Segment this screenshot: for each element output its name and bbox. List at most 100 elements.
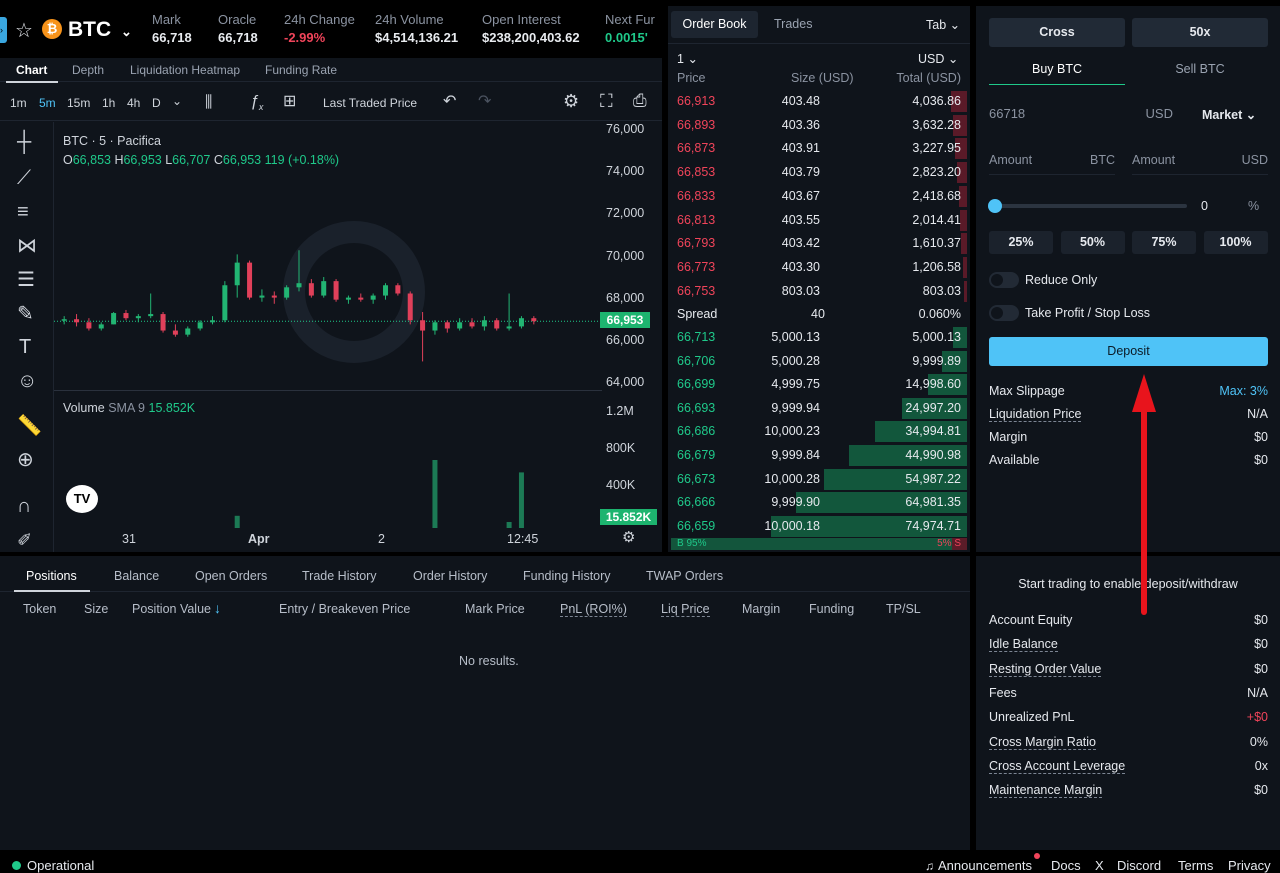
- account-label[interactable]: Idle Balance: [989, 637, 1058, 653]
- positions-tab-3[interactable]: Trade History: [302, 569, 377, 583]
- tab-toggle[interactable]: Tab ⌄: [926, 17, 960, 32]
- amount-slider[interactable]: [988, 199, 1187, 213]
- positions-tab-0[interactable]: Positions: [26, 569, 77, 583]
- bid-row[interactable]: 66,666 9,999.90 64,981.35: [668, 491, 970, 514]
- bid-row[interactable]: 66,679 9,999.84 44,990.98: [668, 444, 970, 467]
- price-chart[interactable]: [54, 122, 602, 528]
- footer-link-2[interactable]: X: [1095, 858, 1104, 873]
- crosshair-icon[interactable]: ┼: [17, 132, 31, 152]
- amount-btc-input[interactable]: Amount BTC: [989, 153, 1115, 175]
- positions-tab-2[interactable]: Open Orders: [195, 569, 267, 583]
- pattern-icon[interactable]: ⋈: [17, 236, 37, 256]
- column-header-9[interactable]: TP/SL: [886, 602, 921, 616]
- ask-row[interactable]: 66,873 403.91 3,227.95: [668, 137, 970, 160]
- tpsl-toggle[interactable]: [989, 305, 1019, 321]
- slider-value[interactable]: 0: [1201, 199, 1208, 213]
- positions-tab-4[interactable]: Order History: [413, 569, 487, 583]
- account-label[interactable]: Cross Margin Ratio: [989, 735, 1096, 750]
- column-header-4[interactable]: Mark Price: [465, 602, 525, 616]
- timeframe-5m[interactable]: 5m: [39, 96, 56, 110]
- favorite-star-icon[interactable]: ☆: [15, 18, 33, 43]
- sidebar-toggle[interactable]: ›: [0, 17, 7, 43]
- price-source-selector[interactable]: Last Traded Price: [323, 96, 417, 110]
- tab-buy[interactable]: Buy BTC: [989, 62, 1125, 85]
- bid-row[interactable]: 66,686 10,000.23 34,994.81: [668, 420, 970, 443]
- bid-row[interactable]: 66,673 10,000.28 54,987.22: [668, 468, 970, 491]
- candle-type-icon[interactable]: ⫼: [205, 95, 212, 111]
- magnet-icon[interactable]: ∩: [17, 496, 31, 516]
- column-header-6[interactable]: Liq Price: [661, 602, 710, 617]
- chart-tab-0[interactable]: Chart: [16, 63, 47, 77]
- ruler-icon[interactable]: 📏: [17, 416, 42, 436]
- bid-row[interactable]: 66,706 5,000.28 9,999.89: [668, 350, 970, 373]
- ask-row[interactable]: 66,833 403.67 2,418.68: [668, 185, 970, 208]
- tab-order-book[interactable]: Order Book: [671, 11, 758, 38]
- tab-trades[interactable]: Trades: [774, 17, 812, 31]
- trend-line-icon[interactable]: ⟋: [17, 168, 31, 188]
- positions-tab-1[interactable]: Balance: [114, 569, 159, 583]
- chart-tab-2[interactable]: Liquidation Heatmap: [130, 63, 240, 77]
- column-header-2[interactable]: Position Value: [132, 602, 211, 616]
- account-label[interactable]: Maintenance Margin: [989, 783, 1103, 799]
- zoom-in-icon[interactable]: ⊕: [17, 450, 34, 470]
- deposit-button[interactable]: Deposit: [989, 337, 1268, 366]
- account-label[interactable]: Resting Order Value: [989, 662, 1102, 677]
- footer-link-4[interactable]: Terms: [1178, 858, 1213, 873]
- timeframe-1m[interactable]: 1m: [10, 96, 27, 110]
- tick-size-selector[interactable]: 1 ⌄: [677, 51, 698, 66]
- chart-tab-3[interactable]: Funding Rate: [265, 63, 337, 77]
- preset-100pct[interactable]: 100%: [1203, 231, 1268, 254]
- leverage-button[interactable]: 50x: [1132, 18, 1268, 47]
- positions-tab-6[interactable]: TWAP Orders: [646, 569, 723, 583]
- positions-tab-5[interactable]: Funding History: [523, 569, 611, 583]
- column-header-3[interactable]: Entry / Breakeven Price: [279, 602, 410, 616]
- screenshot-camera-icon[interactable]: ⎙: [633, 92, 647, 109]
- timeframe-15m[interactable]: 15m: [67, 96, 90, 110]
- chart-tab-1[interactable]: Depth: [72, 63, 104, 77]
- preset-50pct[interactable]: 50%: [1060, 231, 1125, 254]
- price-input[interactable]: 66718 USD: [989, 106, 1173, 124]
- ask-row[interactable]: 66,773 403.30 1,206.58: [668, 256, 970, 279]
- column-header-7[interactable]: Margin: [742, 602, 780, 616]
- margin-mode-button[interactable]: Cross: [989, 18, 1125, 47]
- sort-arrow-down-icon[interactable]: ↓: [214, 600, 221, 616]
- ask-row[interactable]: 66,893 403.36 3,632.28: [668, 114, 970, 137]
- account-label[interactable]: Cross Account Leverage: [989, 759, 1126, 774]
- templates-icon[interactable]: ⊞: [283, 94, 296, 110]
- footer-link-3[interactable]: Discord: [1117, 858, 1161, 873]
- text-tool-icon[interactable]: T: [19, 337, 31, 357]
- preset-75pct[interactable]: 75%: [1132, 231, 1196, 254]
- status-label[interactable]: Operational: [27, 858, 94, 873]
- bid-row[interactable]: 66,713 5,000.13 5,000.13: [668, 326, 970, 349]
- fib-icon[interactable]: ☰: [17, 270, 35, 290]
- info-label[interactable]: Liquidation Price: [989, 407, 1082, 422]
- column-header-0[interactable]: Token: [23, 602, 56, 616]
- ask-row[interactable]: 66,753 803.03 803.03: [668, 280, 970, 303]
- column-header-8[interactable]: Funding: [809, 602, 854, 616]
- fullscreen-icon[interactable]: ⛶: [600, 92, 613, 110]
- symbol-selector[interactable]: BTC ⌄: [68, 18, 132, 42]
- emoji-icon[interactable]: ☺: [17, 371, 37, 391]
- chevron-down-icon[interactable]: ⌄: [172, 94, 182, 108]
- redo-icon[interactable]: ↷: [478, 94, 491, 110]
- horizontal-lines-icon[interactable]: ≡: [17, 202, 29, 222]
- order-type-selector[interactable]: Market ⌄: [1202, 107, 1256, 122]
- chart-settings-icon[interactable]: ⚙: [622, 530, 635, 546]
- slider-thumb[interactable]: [988, 199, 1002, 213]
- footer-link-0[interactable]: Announcements: [938, 858, 1032, 873]
- ask-row[interactable]: 66,913 403.48 4,036.86: [668, 90, 970, 113]
- bid-row[interactable]: 66,699 4,999.75 14,998.60: [668, 373, 970, 396]
- brush-icon[interactable]: ✎: [17, 304, 34, 324]
- ask-row[interactable]: 66,813 403.55 2,014.41: [668, 209, 970, 232]
- reduce-only-toggle[interactable]: [989, 272, 1019, 288]
- lock-drawing-icon[interactable]: ✐: [17, 531, 32, 549]
- indicators-icon[interactable]: ƒx: [250, 93, 263, 115]
- timeframe-1h[interactable]: 1h: [102, 96, 115, 110]
- currency-selector[interactable]: USD ⌄: [918, 51, 958, 66]
- timeframe-4h[interactable]: 4h: [127, 96, 140, 110]
- column-header-1[interactable]: Size: [84, 602, 108, 616]
- bid-row[interactable]: 66,693 9,999.94 24,997.20: [668, 397, 970, 420]
- footer-link-5[interactable]: Privacy: [1228, 858, 1271, 873]
- bid-row[interactable]: 66,659 10,000.18 74,974.71: [668, 515, 970, 538]
- preset-25pct[interactable]: 25%: [989, 231, 1053, 254]
